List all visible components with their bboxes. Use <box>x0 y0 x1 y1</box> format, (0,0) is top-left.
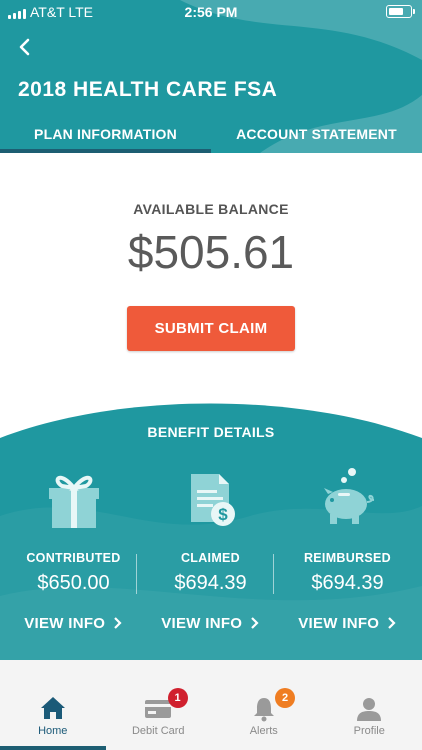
piggy-bank-icon <box>279 466 416 530</box>
header: AT&T LTE 2:56 PM 2018 HEALTH CARE FSA PL… <box>0 0 422 153</box>
chevron-right-icon <box>250 617 259 629</box>
claimed-column: $ CLAIMED $694.39 VIEW INFO <box>142 458 279 648</box>
status-bar: AT&T LTE 2:56 PM <box>0 0 422 26</box>
nav-label-debit-card: Debit Card <box>131 725 185 737</box>
bottom-nav: Home 1 Debit Card 2 Alerts Profile <box>0 680 422 750</box>
available-balance-label: AVAILABLE BALANCE <box>133 201 289 217</box>
chevron-right-icon <box>387 617 396 629</box>
claim-document-icon: $ <box>142 466 279 530</box>
battery-icon <box>386 5 415 18</box>
svg-text:$: $ <box>218 505 228 524</box>
tab-bar: PLAN INFORMATION ACCOUNT STATEMENT <box>0 116 422 153</box>
nav-item-home[interactable]: Home <box>0 680 106 750</box>
nav-label-home: Home <box>38 725 68 737</box>
alerts-badge: 2 <box>275 688 295 708</box>
column-divider <box>136 554 137 594</box>
view-info-label: VIEW INFO <box>161 615 243 632</box>
column-divider <box>273 554 274 594</box>
home-icon <box>40 697 65 719</box>
tab-account-statement[interactable]: ACCOUNT STATEMENT <box>211 116 422 153</box>
bell-icon <box>253 698 274 722</box>
reimbursed-view-info-link[interactable]: VIEW INFO <box>279 615 416 632</box>
reimbursed-amount: $694.39 <box>311 572 384 594</box>
clock: 2:56 PM <box>184 4 238 20</box>
benefit-details-section: BENEFIT DETAILS CONTRIBUTED $650.00 VIEW… <box>0 396 422 660</box>
nav-item-debit-card[interactable]: 1 Debit Card <box>106 680 212 750</box>
chevron-right-icon <box>113 617 122 629</box>
view-info-label: VIEW INFO <box>298 615 380 632</box>
contributed-column: CONTRIBUTED $650.00 VIEW INFO <box>5 458 142 648</box>
available-balance-value: $505.61 <box>127 226 295 278</box>
active-nav-indicator <box>0 746 106 750</box>
chevron-left-icon <box>19 38 30 56</box>
reimbursed-column: REIMBURSED $694.39 VIEW INFO <box>279 458 416 648</box>
tab-plan-information[interactable]: PLAN INFORMATION <box>0 116 211 153</box>
claimed-amount: $694.39 <box>174 572 247 594</box>
claimed-view-info-link[interactable]: VIEW INFO <box>142 615 279 632</box>
nav-item-alerts[interactable]: 2 Alerts <box>211 680 317 750</box>
contributed-view-info-link[interactable]: VIEW INFO <box>5 615 142 632</box>
submit-claim-button[interactable]: SUBMIT CLAIM <box>127 306 295 351</box>
reimbursed-label: REIMBURSED <box>303 551 392 565</box>
nav-item-profile[interactable]: Profile <box>317 680 422 750</box>
nav-label-alerts: Alerts <box>249 725 278 737</box>
view-info-label: VIEW INFO <box>24 615 106 632</box>
page-title: 2018 HEALTH CARE FSA <box>18 78 278 101</box>
fsa-plan-screen: AT&T LTE 2:56 PM 2018 HEALTH CARE FSA PL… <box>0 0 422 750</box>
person-icon <box>357 698 382 721</box>
contributed-label: CONTRIBUTED <box>26 551 121 565</box>
debit-card-badge: 1 <box>167 688 188 708</box>
claimed-label: CLAIMED <box>180 551 241 565</box>
gift-icon <box>5 466 142 530</box>
back-button[interactable] <box>14 36 36 58</box>
nav-label-profile: Profile <box>353 725 385 737</box>
contributed-amount: $650.00 <box>37 572 110 594</box>
benefit-details-title: BENEFIT DETAILS <box>147 424 275 440</box>
